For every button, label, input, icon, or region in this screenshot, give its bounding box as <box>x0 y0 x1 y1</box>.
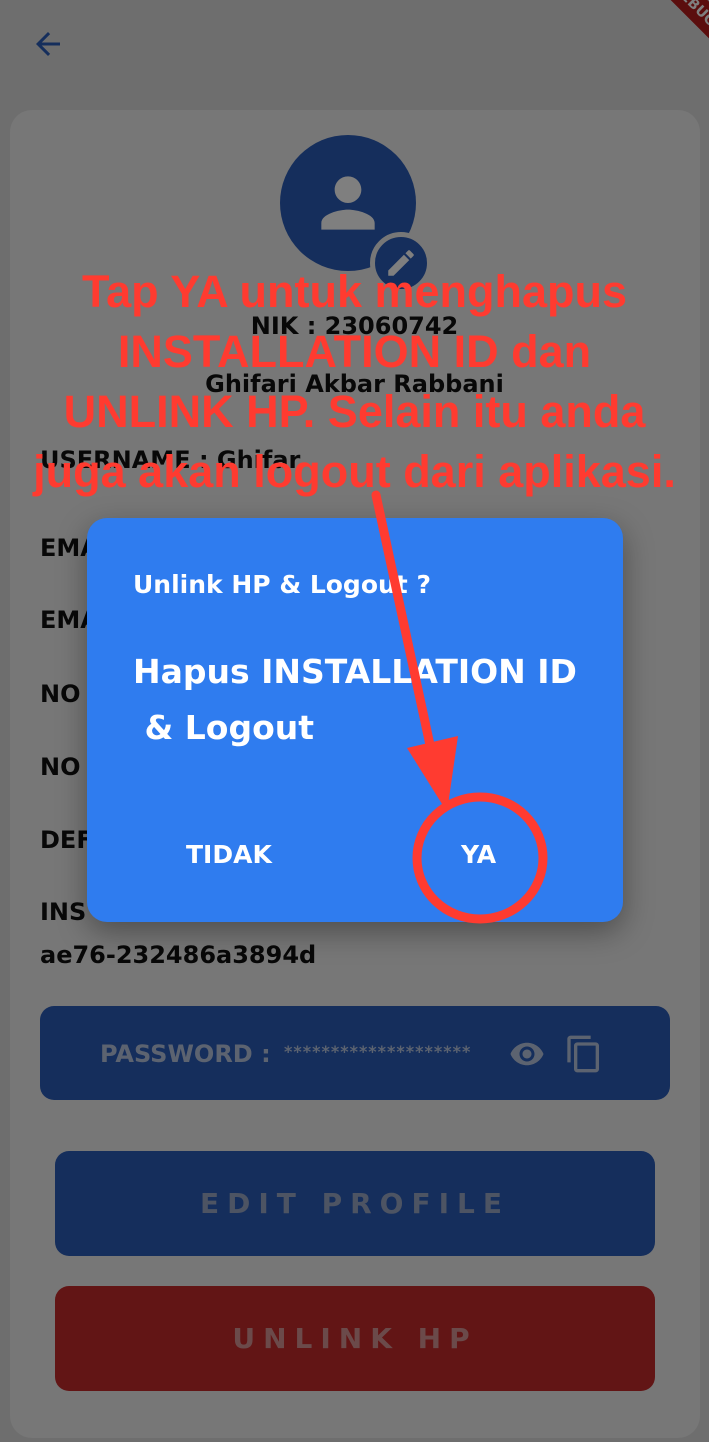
annotation-overlay <box>371 490 548 924</box>
annotation-arrow-shaft <box>371 490 443 787</box>
annotation-circle <box>412 792 548 924</box>
